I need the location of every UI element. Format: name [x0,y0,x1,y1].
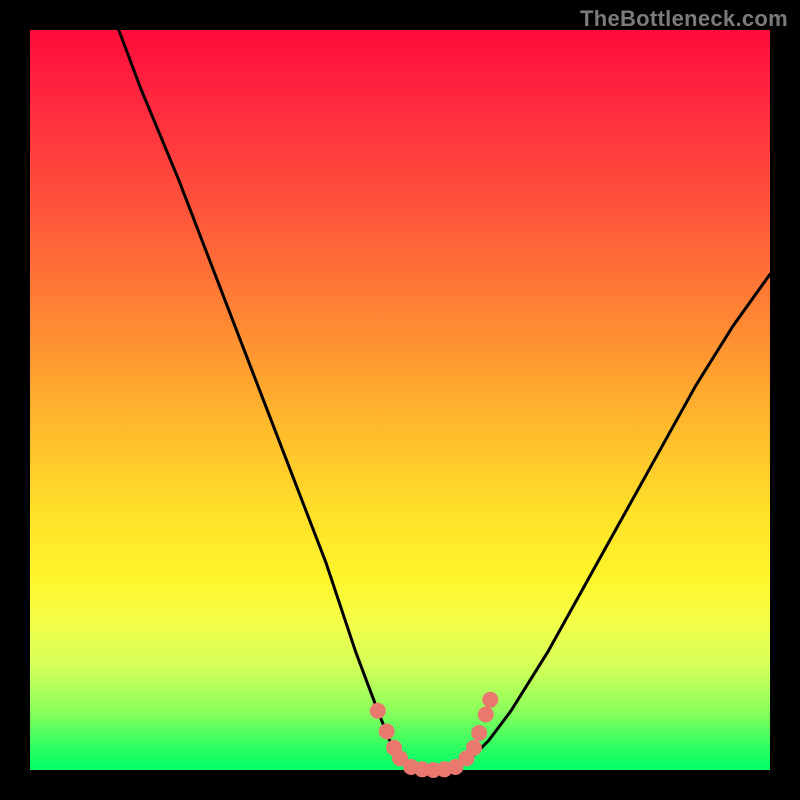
highlight-dot [482,692,498,708]
highlight-dot [370,703,386,719]
curve-layer [30,30,770,770]
highlight-dot [466,740,482,756]
highlight-dot [478,707,494,723]
right-curve [430,274,770,770]
chart-frame: TheBottleneck.com [0,0,800,800]
left-curve [119,30,430,770]
highlight-dot [471,725,487,741]
highlight-dots [370,692,499,778]
highlight-dot [379,724,395,740]
watermark-label: TheBottleneck.com [580,6,788,32]
plot-area [30,30,770,770]
